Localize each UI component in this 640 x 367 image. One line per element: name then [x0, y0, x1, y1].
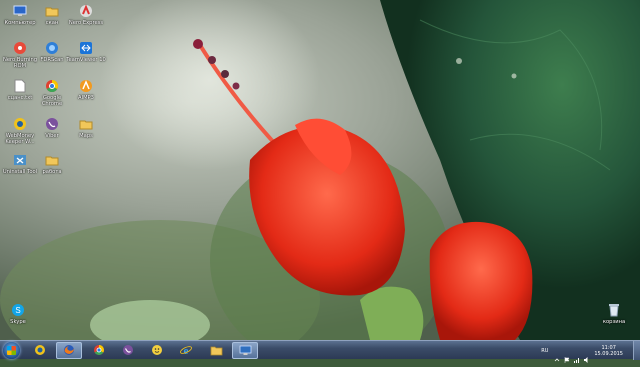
network-icon[interactable]: [574, 348, 580, 363]
taskbar-chrome[interactable]: [86, 342, 112, 359]
taskbar-viber[interactable]: [115, 342, 141, 359]
desktop-icon-label: Viber: [45, 133, 59, 139]
remote-desktop-icon: [239, 341, 252, 360]
internet-explorer-icon: e: [180, 341, 192, 360]
uninstall-tool-icon: [12, 152, 28, 168]
desktop-icon-aimp3[interactable]: AIMP3: [66, 78, 106, 101]
webmoney-icon: [12, 116, 28, 132]
desktop-icon-label: работа: [42, 169, 62, 175]
computer-icon: [12, 3, 28, 19]
folder-icon: [44, 3, 60, 19]
messenger-icon: [151, 341, 163, 360]
clock-date: 15.09.2015: [594, 350, 623, 357]
chrome-icon: [44, 78, 60, 94]
viber-icon: [122, 341, 134, 360]
desktop-icon-rabota-folder[interactable]: работа: [32, 152, 72, 175]
teamviewer-icon: [78, 40, 94, 56]
fdrscan-icon: [44, 40, 60, 56]
system-tray: RU 11:07 15.09.2015: [541, 341, 640, 363]
svg-text:S: S: [15, 306, 20, 315]
folder-icon: [44, 152, 60, 168]
show-desktop-button[interactable]: [633, 341, 640, 360]
desktop-icon-label: Nero Express: [68, 20, 104, 26]
aimp-icon: [78, 78, 94, 94]
explorer-folder-icon: [210, 341, 223, 360]
taskbar: e RU 11:07 15.09.2015: [0, 340, 640, 363]
desktop-icon-teamviewer[interactable]: TeamViewer 10: [66, 40, 106, 63]
flag-icon[interactable]: [564, 348, 570, 363]
desktop-icon-skype[interactable]: S Skype: [0, 302, 38, 325]
nero-express-icon: [78, 3, 94, 19]
recycle-bin-icon: [606, 302, 622, 318]
taskbar-firefox[interactable]: [56, 342, 82, 359]
webmoney-icon: [34, 341, 46, 360]
desktop-icon-label: скан: [45, 20, 59, 26]
clock[interactable]: 11:07 15.09.2015: [594, 345, 623, 357]
taskbar-messenger[interactable]: [144, 342, 170, 359]
taskbar-webmoney[interactable]: [27, 342, 53, 359]
desktop-icon-label: сцанс.txt: [7, 95, 33, 101]
desktop-icon-label: TeamViewer 10: [66, 57, 106, 63]
start-button[interactable]: [3, 342, 20, 359]
desktop-icon-nero-express[interactable]: Nero Express: [66, 3, 106, 26]
volume-icon[interactable]: [584, 348, 590, 363]
taskbar-remote-desktop[interactable]: [232, 342, 258, 359]
taskbar-internet-explorer[interactable]: e: [173, 342, 199, 359]
desktop-icon-maps-folder[interactable]: Maps: [66, 116, 106, 139]
desktop-icon-label: корзина: [602, 319, 626, 325]
taskbar-explorer[interactable]: [203, 342, 229, 359]
firefox-icon: [63, 341, 75, 360]
desktop-icon-label: Компьютер: [4, 20, 36, 26]
desktop-icon-label: AIMP3: [78, 95, 94, 101]
language-indicator[interactable]: RU: [541, 348, 548, 354]
desktop-icon-recycle-bin[interactable]: корзина: [594, 302, 634, 325]
desktop-icon-label: Maps: [79, 133, 93, 139]
chrome-icon: [93, 341, 105, 360]
folder-icon: [78, 116, 94, 132]
desktop-icon-label: Skype: [10, 319, 26, 325]
skype-icon: S: [10, 302, 26, 318]
desktop-icon-label: FDRScan: [40, 57, 64, 63]
text-file-icon: [12, 78, 28, 94]
viber-icon: [44, 116, 60, 132]
nero-burning-rom-icon: [12, 40, 28, 56]
show-hidden-icons-icon[interactable]: [554, 348, 560, 361]
